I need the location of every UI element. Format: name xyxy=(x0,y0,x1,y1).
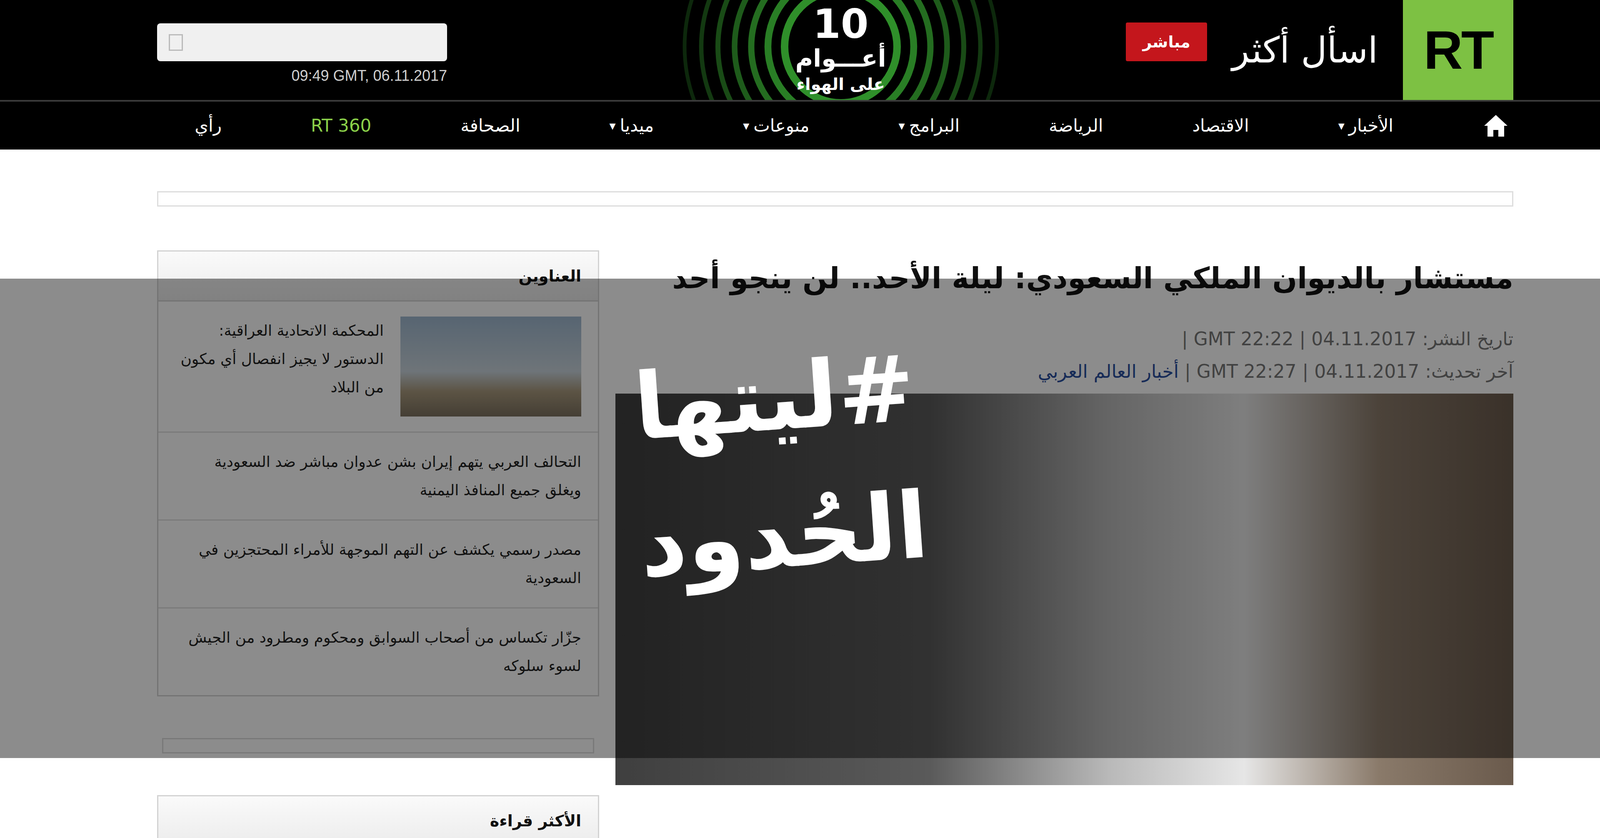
caret-icon: ▾ xyxy=(609,118,616,133)
most-read-title: الأكثر قراءة xyxy=(158,796,598,838)
top-bar: 09:49 GMT, 06.11.2017 10أعـــوامعلى الهوا… xyxy=(0,0,1600,102)
nav-bar: الأخبار▾ الاقتصاد الرياضة البرامج▾ منوعات▾ مي… xyxy=(0,101,1600,150)
nav-item[interactable]: الأخبار▾ xyxy=(1338,115,1394,136)
slogan: اسأل أكثر xyxy=(1232,29,1378,71)
search-area: 09:49 GMT, 06.11.2017 xyxy=(157,0,448,100)
home-icon[interactable] xyxy=(1482,113,1510,139)
nav-item[interactable]: ميديا▾ xyxy=(609,115,655,136)
news-page: 09:49 GMT, 06.11.2017 10أعـــوامعلى الهوا… xyxy=(0,0,1600,838)
nav-item[interactable]: الرياضة xyxy=(1048,115,1103,136)
search-field[interactable] xyxy=(157,23,448,62)
live-button[interactable]: مباشر xyxy=(1125,22,1207,62)
nav-item[interactable]: رأي xyxy=(194,115,222,136)
most-read-box: الأكثر قراءة xyxy=(157,795,600,838)
anniversary-logo[interactable]: 10أعـــوامعلى الهواء xyxy=(653,0,1029,100)
ad-strip xyxy=(157,191,1514,207)
image-placeholder-icon xyxy=(168,34,183,51)
nav-item[interactable]: الاقتصاد xyxy=(1192,115,1249,136)
caret-icon: ▾ xyxy=(1338,118,1345,133)
hashtag-overlay: #ليتهاالحُدود xyxy=(603,317,955,616)
caret-icon: ▾ xyxy=(898,118,905,133)
nav-item[interactable]: الصحافة xyxy=(460,115,520,136)
nav-item[interactable]: RT 360 xyxy=(310,115,372,136)
rt-logo[interactable]: RT xyxy=(1402,0,1514,100)
brand: مباشر اسأل أكثر RT xyxy=(1125,0,1514,100)
nav-item[interactable]: منوعات▾ xyxy=(742,115,810,136)
nav-item[interactable]: البرامج▾ xyxy=(898,115,960,136)
clock: 09:49 GMT, 06.11.2017 xyxy=(157,67,448,85)
caret-icon: ▾ xyxy=(742,118,750,133)
